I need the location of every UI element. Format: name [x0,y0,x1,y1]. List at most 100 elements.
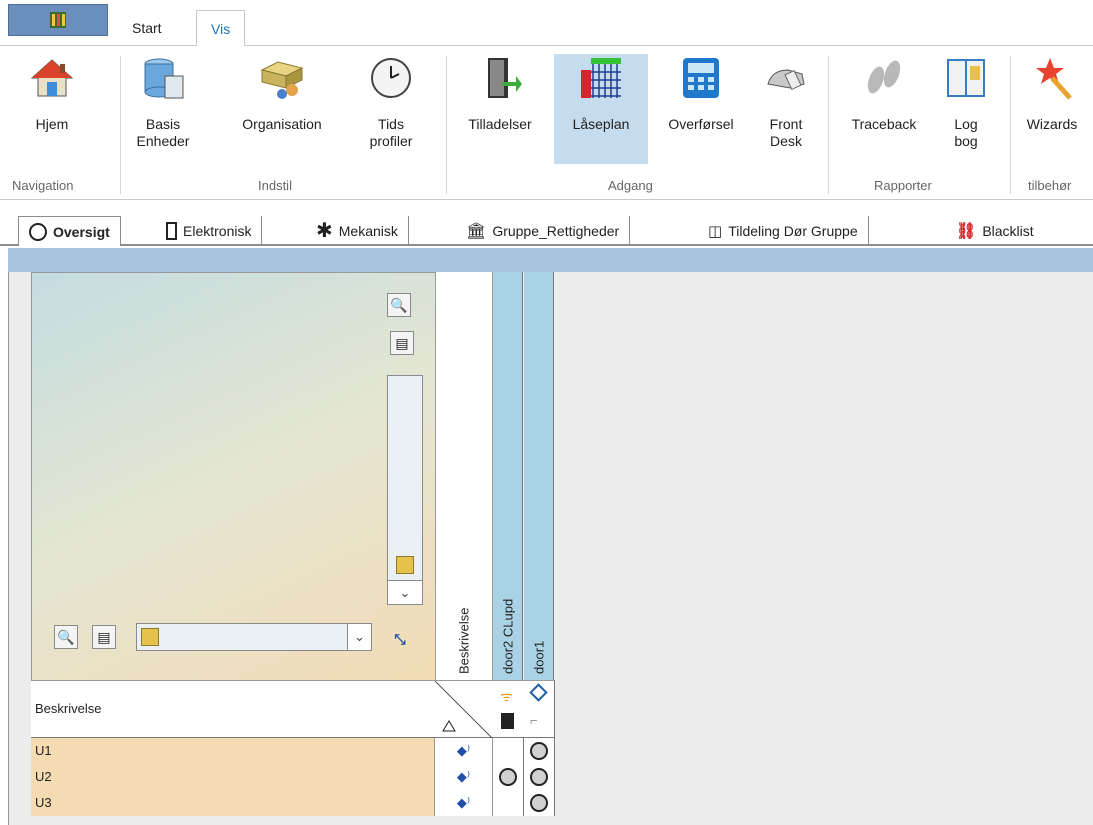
traceback-button[interactable]: Traceback [836,54,932,164]
organisation-label: Organisation [242,116,322,132]
access-cell-door1[interactable] [524,738,555,764]
row-badge-cell: ◆⁾ [435,738,493,764]
row-header-beskrivelse[interactable]: Beskrivelse [31,680,435,738]
tab-start[interactable]: Start [118,14,176,46]
magic-wand-icon [1036,58,1072,100]
overfoersel-label: Overførsel [668,116,734,132]
group-label-rapporter: Rapporter [874,178,932,193]
laaseplan-label: Låseplan [572,116,630,132]
tab-mekanisk[interactable]: ✱ Mekanisk [306,216,409,246]
tab-elektronisk[interactable]: Elektronisk [156,216,263,246]
filter-color-icon [396,556,414,574]
tab-blacklist[interactable]: ⛓ Blacklist [946,216,1044,246]
sort-arrows-icon[interactable]: ⤡ [388,627,412,651]
row-badge-cell: ◆⁾ [435,790,493,816]
table-row[interactable]: U1 ◆⁾ [31,738,555,764]
group-label-adgang: Adgang [608,178,653,193]
grid-rows: U1 ◆⁾ U2 ◆⁾ U3 ◆⁾ [31,738,555,816]
transponder-icon: ◆⁾ [456,795,471,810]
front-desk-label: Front Desk [769,116,803,149]
rectangle-icon [166,222,177,240]
tids-profiler-label: Tids profiler [369,116,413,149]
access-cell-door2[interactable] [493,764,524,790]
column-filter-list[interactable]: ⌄ [387,375,423,605]
group-label-indstil: Indstil [258,178,292,193]
mechanical-key-icon: ⌐ [530,713,538,728]
transponder-icon: ◆⁾ [456,743,471,758]
access-cell-door1[interactable] [524,790,555,816]
access-cell-door2[interactable] [493,738,524,764]
row-filter-combo[interactable]: ⌄ [136,623,372,651]
calculator-icon [683,58,719,98]
tab-gruppe-rettigheder-label: Gruppe_Rettigheder [492,223,620,239]
application-menu-button[interactable] [8,4,108,36]
column-header-door1[interactable]: door1 [524,272,554,680]
tab-blacklist-label: Blacklist [982,223,1034,239]
tab-vis[interactable]: Vis [196,10,246,47]
tab-gruppe-rettigheder[interactable]: 🏛 Gruppe_Rettigheder [456,216,631,246]
tids-profiler-button[interactable]: Tids profiler [356,54,426,164]
app-logo-icon [50,12,66,28]
electronic-lock-icon [501,713,514,729]
asterisk-icon: ✱ [316,220,333,242]
access-granted-icon [499,768,517,786]
filter-panel: 🔍 ▤ ⌄ 🔍 ▤ ⌄ ⤡ [31,272,435,680]
wireless-icon: ᯤ [500,688,513,704]
hjem-button[interactable]: Hjem [16,54,88,164]
tab-oversigt[interactable]: Oversigt [18,216,121,246]
tab-elektronisk-label: Elektronisk [183,223,252,239]
chevron-down-row-icon[interactable]: ⌄ [347,624,371,650]
column-beskrivelse-label: Beskrivelse [456,607,472,674]
column-header-door2[interactable]: door2 CLupd [493,272,523,680]
laaseplan-button[interactable]: Låseplan [554,54,648,164]
door2-type-cell: ᯤ [493,680,524,738]
column-door2-label: door2 CLupd [500,598,515,674]
diamond-icon [529,683,548,702]
toolbar-strip [8,248,1093,272]
clock-icon [371,58,411,98]
tab-oversigt-label: Oversigt [53,223,110,240]
sort-corner-cell[interactable] [434,680,494,740]
tab-mekanisk-label: Mekanisk [338,223,398,239]
ribbon: Hjem Basis Enheder Organisation Tids pro… [0,46,1093,200]
wizards-button[interactable]: Wizards [1014,54,1090,164]
column-header-beskrivelse[interactable]: Beskrivelse [435,272,493,680]
organisation-button[interactable]: Organisation [222,54,342,164]
log-bog-button[interactable]: Log bog [938,54,994,164]
tab-tildeling-doer-gruppe[interactable]: ◫ Tildeling Dør Gruppe [698,216,869,246]
front-desk-button[interactable]: Front Desk [756,54,816,164]
organisation-icon [260,61,304,99]
circle-icon [29,222,47,241]
chain-link-icon: ⛓ [956,223,977,240]
list-view-icon[interactable]: ▤ [390,331,414,355]
access-cell-door2[interactable] [493,790,524,816]
ribbon-tab-strip: Start Vis [0,0,1093,47]
chevron-down-icon[interactable]: ⌄ [388,580,422,604]
row-label: U2 [31,764,435,790]
tilladelser-label: Tilladelser [468,116,532,132]
group-label-navigation: Navigation [12,178,74,193]
access-cell-door1[interactable] [524,764,555,790]
table-row[interactable]: U3 ◆⁾ [31,790,555,816]
document-tab-bar: Oversigt Elektronisk ✱ Mekanisk 🏛 Gruppe… [0,208,1093,246]
search-folder-icon[interactable]: 🔍 [387,293,411,317]
door-group-icon: ◫ [708,223,723,240]
traceback-label: Traceback [851,116,917,132]
column-door1-label: door1 [531,640,546,674]
search-folder-row-icon[interactable]: 🔍 [54,625,78,649]
group-building-icon: 🏛 [466,223,487,240]
hjem-label: Hjem [35,116,69,132]
sort-triangle-icon [434,680,494,740]
list-view-row-icon[interactable]: ▤ [92,625,116,649]
tab-tildeling-doer-gruppe-label: Tildeling Dør Gruppe [728,223,858,239]
transponder-icon: ◆⁾ [456,769,471,784]
table-row[interactable]: U2 ◆⁾ [31,764,555,790]
row-badge-cell: ◆⁾ [435,764,493,790]
tilladelser-button[interactable]: Tilladelser [452,54,548,164]
door-icon [488,58,522,98]
door1-type-cell: ⌐ [524,680,555,738]
overfoersel-button[interactable]: Overførsel [654,54,748,164]
row-label: U1 [31,738,435,764]
group-label-tilbehoer: tilbehør [1028,178,1072,193]
basis-enheder-button[interactable]: Basis Enheder [128,54,198,164]
